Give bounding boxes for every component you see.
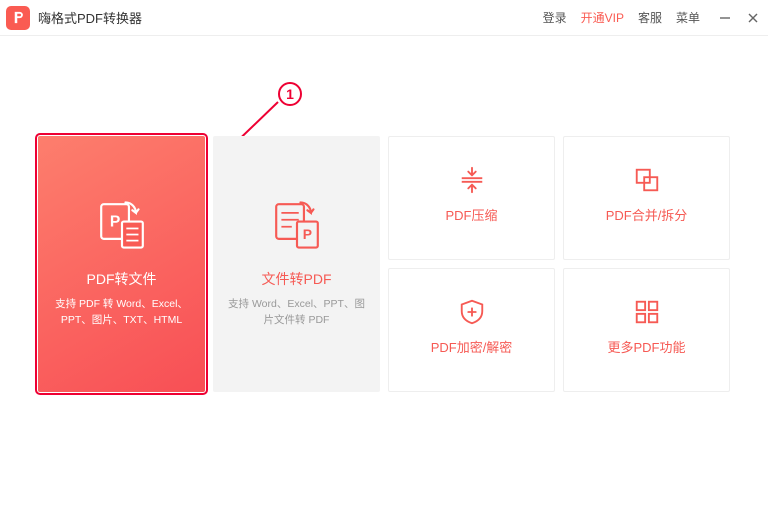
- login-link[interactable]: 登录: [543, 9, 567, 26]
- card-title: 更多PDF功能: [607, 337, 685, 356]
- card-title: 文件转PDF: [262, 269, 332, 289]
- menu-link[interactable]: 菜单: [676, 9, 700, 26]
- titlebar-links: 登录 开通VIP 客服 菜单: [543, 9, 700, 26]
- compress-icon: [457, 165, 487, 195]
- titlebar: 嗨格式PDF转换器 登录 开通VIP 客服 菜单: [0, 0, 768, 36]
- svg-text:P: P: [109, 214, 119, 231]
- feature-grid: P PDF转文件 支持 PDF 转 Word、Excel、PPT、图片、TXT、…: [38, 136, 730, 392]
- card-pdf-to-file[interactable]: P PDF转文件 支持 PDF 转 Word、Excel、PPT、图片、TXT、…: [38, 136, 205, 392]
- card-title: PDF加密/解密: [431, 337, 513, 356]
- window-controls: [718, 11, 760, 25]
- app-logo: [6, 6, 30, 30]
- card-subtitle: 支持 PDF 转 Word、Excel、PPT、图片、TXT、HTML: [38, 297, 205, 329]
- close-button[interactable]: [746, 11, 760, 25]
- card-pdf-encrypt[interactable]: PDF加密/解密: [388, 268, 555, 392]
- card-title: PDF转文件: [87, 269, 157, 289]
- file-to-pdf-icon: P: [271, 199, 323, 251]
- vip-link[interactable]: 开通VIP: [581, 9, 624, 26]
- card-title: PDF合并/拆分: [606, 205, 688, 224]
- card-file-to-pdf[interactable]: P 文件转PDF 支持 Word、Excel、PPT、图片文件转 PDF: [213, 136, 380, 392]
- card-pdf-compress[interactable]: PDF压缩: [388, 136, 555, 260]
- support-link[interactable]: 客服: [638, 9, 662, 26]
- card-more-pdf[interactable]: 更多PDF功能: [563, 268, 730, 392]
- more-grid-icon: [632, 297, 662, 327]
- card-title: PDF压缩: [445, 205, 497, 224]
- minimize-button[interactable]: [718, 11, 732, 25]
- merge-split-icon: [632, 165, 662, 195]
- svg-text:P: P: [302, 226, 311, 242]
- card-pdf-merge-split[interactable]: PDF合并/拆分: [563, 136, 730, 260]
- shield-icon: [457, 297, 487, 327]
- app-title: 嗨格式PDF转换器: [38, 8, 142, 27]
- pdf-to-file-icon: P: [96, 199, 148, 251]
- card-subtitle: 支持 Word、Excel、PPT、图片文件转 PDF: [213, 297, 380, 329]
